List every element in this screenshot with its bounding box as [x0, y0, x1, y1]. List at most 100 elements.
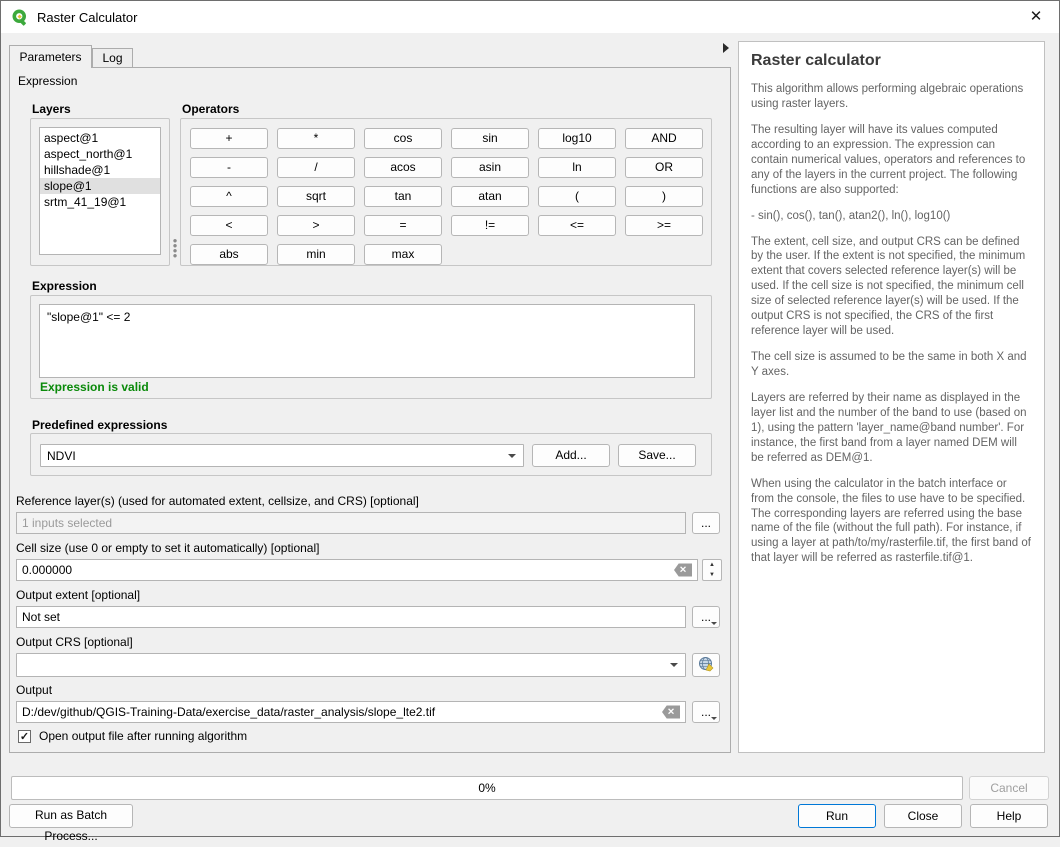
operator-button[interactable]: (: [538, 186, 616, 207]
run-button[interactable]: Run: [798, 804, 876, 828]
operators-grid: + * cos sin log10 AND - / acos asin ln O…: [190, 128, 703, 265]
raster-calculator-dialog: { "window": { "title": "Raster Calculato…: [0, 0, 1060, 837]
operator-button[interactable]: /: [277, 157, 355, 178]
operator-button[interactable]: abs: [190, 244, 268, 265]
output-extent-label: Output extent [optional]: [16, 588, 140, 602]
close-button[interactable]: Close: [884, 804, 962, 828]
close-icon[interactable]: ✕: [1013, 1, 1059, 33]
help-button[interactable]: Help: [970, 804, 1048, 828]
tab-log[interactable]: Log: [92, 48, 133, 68]
ellipsis-label: ...: [701, 610, 711, 624]
chevron-down-icon: [508, 454, 516, 458]
operator-button[interactable]: -: [190, 157, 268, 178]
help-paragraph: Layers are referred by their name as dis…: [751, 391, 1032, 466]
add-expression-button[interactable]: Add...: [532, 444, 610, 467]
output-crs-label: Output CRS [optional]: [16, 635, 133, 649]
layer-item[interactable]: srtm_41_19@1: [40, 194, 160, 210]
predefined-expression-select[interactable]: NDVI: [40, 444, 524, 467]
tab-parameters[interactable]: Parameters: [9, 45, 92, 68]
select-crs-button[interactable]: [692, 653, 720, 677]
cancel-button[interactable]: Cancel: [969, 776, 1049, 800]
open-output-checkbox-label: Open output file after running algorithm: [39, 729, 247, 743]
title-bar: Raster Calculator ✕: [1, 1, 1059, 33]
layers-groupbox: aspect@1 aspect_north@1 hillshade@1 slop…: [30, 118, 170, 266]
expression-group-label: Expression: [32, 279, 97, 293]
clear-field-icon[interactable]: ✕: [674, 564, 692, 577]
expression-valid-status: Expression is valid: [40, 380, 149, 394]
operator-button[interactable]: >: [277, 215, 355, 236]
operator-button[interactable]: =: [364, 215, 442, 236]
output-extent-field[interactable]: Not set: [16, 606, 686, 628]
window-title: Raster Calculator: [37, 10, 137, 25]
output-extent-value: Not set: [22, 610, 60, 624]
reference-layers-value: 1 inputs selected: [22, 516, 112, 530]
operator-button[interactable]: >=: [625, 215, 703, 236]
layer-item-selected[interactable]: slope@1: [40, 178, 160, 194]
layer-item[interactable]: aspect@1: [40, 130, 160, 146]
ellipsis-label: ...: [701, 705, 711, 719]
progress-percent: 0%: [12, 781, 962, 795]
operator-button[interactable]: *: [277, 128, 355, 149]
help-paragraph: The extent, cell size, and output CRS ca…: [751, 235, 1032, 340]
checkbox-checked-icon[interactable]: ✓: [18, 730, 31, 743]
output-label: Output: [16, 683, 52, 697]
operator-button[interactable]: <: [190, 215, 268, 236]
operator-button[interactable]: OR: [625, 157, 703, 178]
predefined-selected-value: NDVI: [47, 449, 76, 463]
parameters-page: Expression Layers aspect@1 aspect_north@…: [9, 67, 731, 753]
operator-button[interactable]: ^: [190, 186, 268, 207]
output-path-field[interactable]: D:/dev/github/QGIS-Training-Data/exercis…: [16, 701, 686, 723]
operator-button[interactable]: ln: [538, 157, 616, 178]
expression-groupbox: "slope@1" <= 2 Expression is valid: [30, 295, 712, 399]
predefined-group-label: Predefined expressions: [32, 418, 167, 432]
operators-groupbox: + * cos sin log10 AND - / acos asin ln O…: [180, 118, 712, 266]
reference-layers-label: Reference layer(s) (used for automated e…: [16, 494, 419, 508]
reference-layers-browse-button[interactable]: ...: [692, 512, 720, 534]
help-title: Raster calculator: [751, 52, 1032, 70]
globe-crs-icon: [698, 656, 714, 672]
help-paragraph: - sin(), cos(), tan(), atan2(), ln(), lo…: [751, 209, 1032, 224]
layer-item[interactable]: aspect_north@1: [40, 146, 160, 162]
predefined-groupbox: NDVI Add... Save...: [30, 433, 712, 476]
operator-button[interactable]: log10: [538, 128, 616, 149]
spin-up-icon[interactable]: ▲: [703, 560, 721, 570]
operator-button[interactable]: max: [364, 244, 442, 265]
progress-bar: 0%: [11, 776, 963, 800]
help-panel: Raster calculator This algorithm allows …: [738, 41, 1045, 753]
operator-button[interactable]: acos: [364, 157, 442, 178]
spin-down-icon[interactable]: ▼: [703, 570, 721, 580]
output-path-value: D:/dev/github/QGIS-Training-Data/exercis…: [22, 705, 435, 719]
operators-group-label: Operators: [182, 102, 239, 116]
operator-button[interactable]: tan: [364, 186, 442, 207]
operator-button[interactable]: ): [625, 186, 703, 207]
cellsize-value: 0.000000: [22, 563, 72, 577]
chevron-down-icon: [670, 663, 678, 667]
operator-button[interactable]: <=: [538, 215, 616, 236]
output-extent-browse-button[interactable]: ...: [692, 606, 720, 628]
splitter-handle[interactable]: ●●●●: [172, 238, 178, 278]
run-as-batch-button[interactable]: Run as Batch Process...: [9, 804, 133, 828]
operator-button[interactable]: sin: [451, 128, 529, 149]
operator-button[interactable]: min: [277, 244, 355, 265]
reference-layers-field: 1 inputs selected: [16, 512, 686, 534]
expression-section-label: Expression: [18, 74, 77, 88]
help-paragraph: When using the calculator in the batch i…: [751, 477, 1032, 567]
operator-button[interactable]: +: [190, 128, 268, 149]
open-output-checkbox-row[interactable]: ✓ Open output file after running algorit…: [18, 729, 247, 743]
expression-input[interactable]: "slope@1" <= 2: [39, 304, 695, 378]
layers-list: aspect@1 aspect_north@1 hillshade@1 slop…: [39, 127, 161, 255]
clear-field-icon[interactable]: ✕: [662, 706, 680, 719]
cellsize-stepper[interactable]: ▲ ▼: [702, 559, 722, 581]
operator-button[interactable]: atan: [451, 186, 529, 207]
operator-button[interactable]: asin: [451, 157, 529, 178]
collapse-panel-icon[interactable]: [723, 43, 729, 53]
output-browse-button[interactable]: ...: [692, 701, 720, 723]
output-crs-select[interactable]: [16, 653, 686, 677]
layer-item[interactable]: hillshade@1: [40, 162, 160, 178]
cellsize-field[interactable]: 0.000000 ✕: [16, 559, 698, 581]
operator-button[interactable]: AND: [625, 128, 703, 149]
operator-button[interactable]: cos: [364, 128, 442, 149]
operator-button[interactable]: !=: [451, 215, 529, 236]
save-expression-button[interactable]: Save...: [618, 444, 696, 467]
operator-button[interactable]: sqrt: [277, 186, 355, 207]
